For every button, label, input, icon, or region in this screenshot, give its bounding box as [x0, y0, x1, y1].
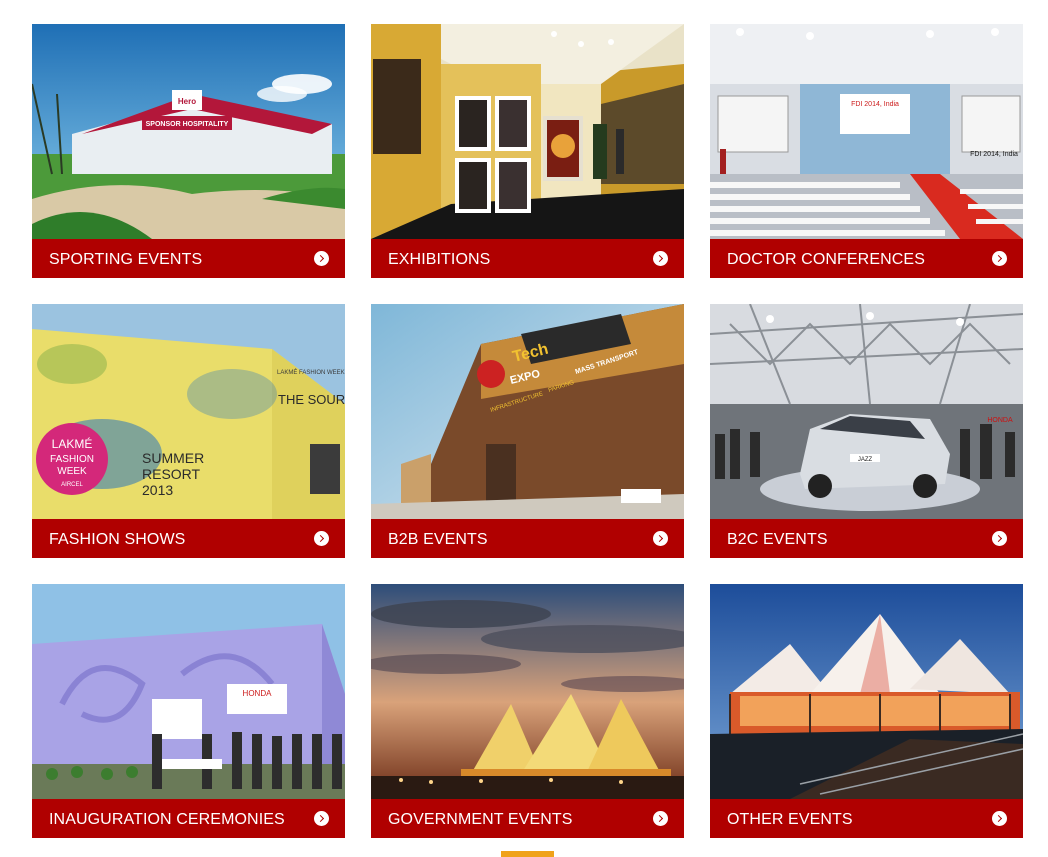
card-sporting-events[interactable]: SPONSOR HOSPITALITY Hero SPORTING EVENTS — [32, 24, 345, 278]
chevron-right-circle-icon[interactable] — [992, 251, 1007, 266]
sporting-events-photo: SPONSOR HOSPITALITY Hero — [32, 24, 345, 239]
card-b2b-events[interactable]: Tech EXPO MASS TRANSPORT PARKING INFRAST… — [371, 304, 684, 558]
inauguration-ceremonies-photo: HONDA — [32, 584, 345, 799]
fashion-brand-top: LAKMÉ FASHION WEEK — [277, 369, 345, 376]
exhibitions-photo — [371, 24, 684, 239]
fashion-line1: FASHION — [50, 454, 94, 465]
b2c-car: JAZZ — [858, 457, 873, 463]
chevron-right-circle-icon[interactable] — [653, 251, 668, 266]
card-label: B2B EVENTS — [388, 531, 488, 548]
doctor-conferences-photo: FDI 2014, India FDI 2014, India — [710, 24, 1023, 239]
card-bar[interactable]: FASHION SHOWS — [32, 519, 345, 558]
card-inauguration-ceremonies[interactable]: HONDA INAUGURATION CEREMONIES — [32, 584, 345, 838]
b2b-events-photo: Tech EXPO MASS TRANSPORT PARKING INFRAST… — [371, 304, 684, 519]
inaug-honda: HONDA — [243, 689, 273, 698]
chevron-right-circle-icon[interactable] — [314, 811, 329, 826]
card-label: B2C EVENTS — [727, 531, 828, 548]
chevron-right-circle-icon[interactable] — [992, 811, 1007, 826]
conference-banner: FDI 2014, India — [851, 101, 899, 108]
card-government-events[interactable]: GOVERNMENT EVENTS — [371, 584, 684, 838]
card-bar[interactable]: OTHER EVENTS — [710, 799, 1023, 838]
card-bar[interactable]: INAUGURATION CEREMONIES — [32, 799, 345, 838]
pagination-indicator[interactable] — [501, 851, 554, 857]
fashion-title: THE SOURCE — [278, 392, 345, 407]
card-bar[interactable]: SPORTING EVENTS — [32, 239, 345, 278]
fashion-sponsor: AIRCEL — [61, 482, 83, 488]
sporting-logo: Hero — [178, 97, 196, 106]
card-bar[interactable]: DOCTOR CONFERENCES — [710, 239, 1023, 278]
chevron-right-circle-icon[interactable] — [653, 531, 668, 546]
chevron-right-circle-icon[interactable] — [992, 531, 1007, 546]
card-bar[interactable]: B2B EVENTS — [371, 519, 684, 558]
other-events-photo — [710, 584, 1023, 799]
government-events-photo — [371, 584, 684, 799]
card-label: DOCTOR CONFERENCES — [727, 251, 925, 268]
fashion-summer1: SUMMER — [142, 450, 204, 466]
card-label: EXHIBITIONS — [388, 251, 491, 268]
chevron-right-circle-icon[interactable] — [314, 531, 329, 546]
fashion-line2: WEEK — [57, 466, 87, 477]
card-label: INAUGURATION CEREMONIES — [49, 811, 285, 828]
card-bar[interactable]: GOVERNMENT EVENTS — [371, 799, 684, 838]
card-fashion-shows[interactable]: LAKMÉ FASHION WEEK AIRCEL SUMMER RESORT … — [32, 304, 345, 558]
fashion-summer3: 2013 — [142, 482, 173, 498]
card-label: OTHER EVENTS — [727, 811, 853, 828]
b2c-honda: HONDA — [987, 417, 1013, 424]
card-label: FASHION SHOWS — [49, 531, 186, 548]
card-exhibitions[interactable]: EXHIBITIONS — [371, 24, 684, 278]
chevron-right-circle-icon[interactable] — [314, 251, 329, 266]
card-bar[interactable]: EXHIBITIONS — [371, 239, 684, 278]
fashion-summer2: RESORT — [142, 466, 201, 482]
fashion-shows-photo: LAKMÉ FASHION WEEK AIRCEL SUMMER RESORT … — [32, 304, 345, 519]
card-label: GOVERNMENT EVENTS — [388, 811, 573, 828]
conference-side: FDI 2014, India — [970, 151, 1018, 158]
fashion-brand: LAKMÉ — [52, 436, 93, 451]
sporting-tent-sign: SPONSOR HOSPITALITY — [146, 121, 229, 128]
card-label: SPORTING EVENTS — [49, 251, 203, 268]
b2c-events-photo: JAZZ HONDA — [710, 304, 1023, 519]
card-b2c-events[interactable]: JAZZ HONDA B2C EVENTS — [710, 304, 1023, 558]
card-bar[interactable]: B2C EVENTS — [710, 519, 1023, 558]
card-other-events[interactable]: OTHER EVENTS — [710, 584, 1023, 838]
chevron-right-circle-icon[interactable] — [653, 811, 668, 826]
card-doctor-conferences[interactable]: FDI 2014, India FDI 2014, India DOCTOR C… — [710, 24, 1023, 278]
